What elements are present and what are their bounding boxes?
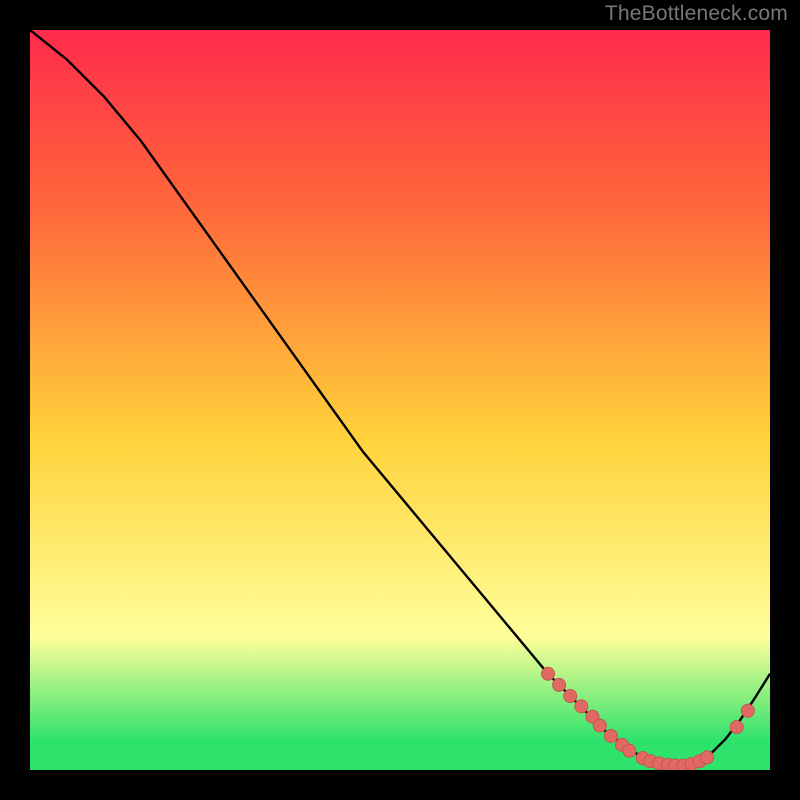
plot-area	[30, 30, 770, 770]
curve-marker	[741, 704, 754, 717]
curve-marker	[575, 700, 588, 713]
curve-marker	[623, 744, 636, 757]
app-frame: TheBottleneck.com	[0, 0, 800, 800]
curve-marker	[701, 751, 714, 764]
curve-marker	[593, 719, 606, 732]
watermark-text: TheBottleneck.com	[605, 2, 788, 26]
curve-marker	[564, 690, 577, 703]
curve-marker	[604, 729, 617, 742]
bottleneck-chart	[30, 30, 770, 770]
curve-marker	[542, 667, 555, 680]
curve-marker	[553, 678, 566, 691]
curve-marker	[730, 721, 743, 734]
